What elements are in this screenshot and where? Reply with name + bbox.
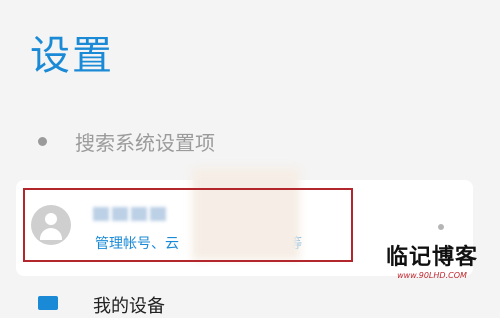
highlight-box xyxy=(23,188,353,262)
search-bar[interactable]: 搜索系统设置项 xyxy=(38,126,215,156)
watermark: 临记博客 www.90LHD.COM xyxy=(370,244,494,292)
my-device-item-label[interactable]: 我的设备 xyxy=(93,292,165,318)
watermark-text: 临记博客 xyxy=(385,244,478,270)
watermark-url: www.90LHD.COM xyxy=(397,271,467,280)
page-title: 设置 xyxy=(30,33,114,79)
chevron-right-icon[interactable] xyxy=(438,224,444,230)
search-icon xyxy=(38,136,47,146)
device-icon xyxy=(38,296,58,310)
search-label: 搜索系统设置项 xyxy=(75,130,215,155)
